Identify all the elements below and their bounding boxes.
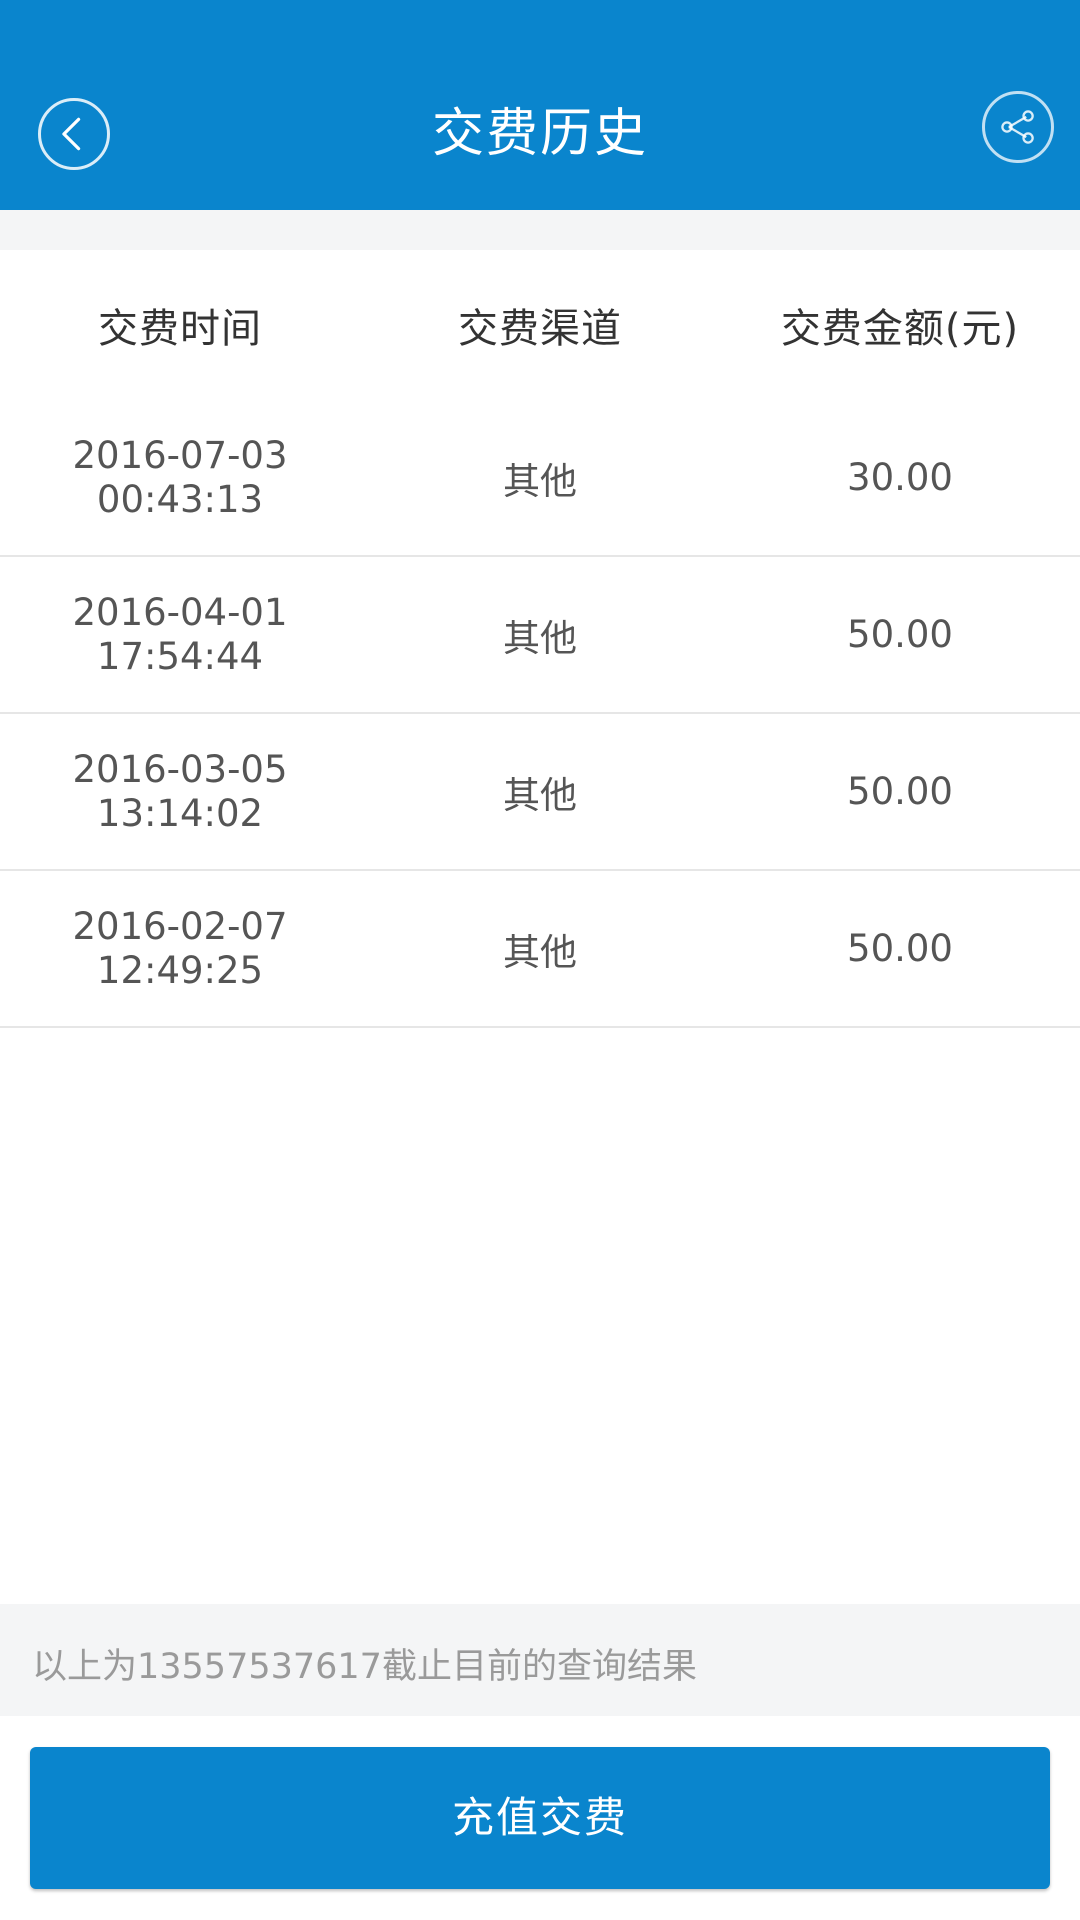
table-header: 交费时间 交费渠道 交费金额(元) — [0, 250, 1080, 400]
payment-time-cell: 2016-07-03 00:43:13 — [0, 434, 360, 522]
payment-amount-cell: 50.00 — [847, 770, 953, 813]
payment-time-cell: 2016-02-07 12:49:25 — [0, 905, 360, 993]
column-header-time: 交费时间 — [98, 306, 262, 352]
payment-date: 2016-02-07 — [72, 904, 288, 948]
payment-clock-time: 00:43:13 — [96, 477, 264, 521]
table-row: 2016-03-05 13:14:02 其他 50.00 — [0, 714, 1080, 871]
payment-amount-cell: 50.00 — [847, 927, 953, 970]
payment-clock-time: 12:49:25 — [96, 948, 264, 992]
payment-channel-cell: 其他 — [503, 459, 577, 503]
share-icon — [1001, 110, 1034, 144]
payment-channel-cell: 其他 — [503, 616, 577, 660]
payment-clock-time: 17:54:44 — [96, 634, 264, 678]
table-row: 2016-02-07 12:49:25 其他 50.00 — [0, 871, 1080, 1028]
payment-date: 2016-03-05 — [72, 747, 288, 791]
payment-time-cell: 2016-04-01 17:54:44 — [0, 591, 360, 679]
payment-clock-time: 13:14:02 — [96, 791, 264, 835]
header-divider-band — [0, 210, 1080, 250]
page-title: 交费历史 — [431, 104, 648, 164]
header-bar: 交费历史 — [0, 0, 1080, 210]
payment-date: 2016-04-01 — [72, 590, 288, 634]
query-result-note: 以上为13557537617截止目前的查询结果 — [0, 1604, 1080, 1716]
payment-history-table: 交费时间 交费渠道 交费金额(元) 2016-07-03 00:43:13 其他… — [0, 250, 1080, 1028]
payment-channel-cell: 其他 — [503, 930, 577, 974]
payment-time-cell: 2016-03-05 13:14:02 — [0, 748, 360, 836]
payment-date: 2016-07-03 — [72, 433, 288, 477]
column-header-channel: 交费渠道 — [458, 306, 622, 352]
payment-channel-cell: 其他 — [503, 773, 577, 817]
query-result-text: 以上为13557537617截止目前的查询结果 — [32, 1647, 697, 1687]
recharge-button[interactable]: 充值交费 — [30, 1747, 1050, 1889]
payment-amount-cell: 50.00 — [847, 613, 953, 656]
column-header-amount: 交费金额(元) — [780, 306, 1020, 352]
share-button[interactable] — [982, 91, 1054, 163]
table-row: 2016-04-01 17:54:44 其他 50.00 — [0, 557, 1080, 714]
table-row: 2016-07-03 00:43:13 其他 30.00 — [0, 400, 1080, 557]
payment-amount-cell: 30.00 — [847, 456, 953, 499]
